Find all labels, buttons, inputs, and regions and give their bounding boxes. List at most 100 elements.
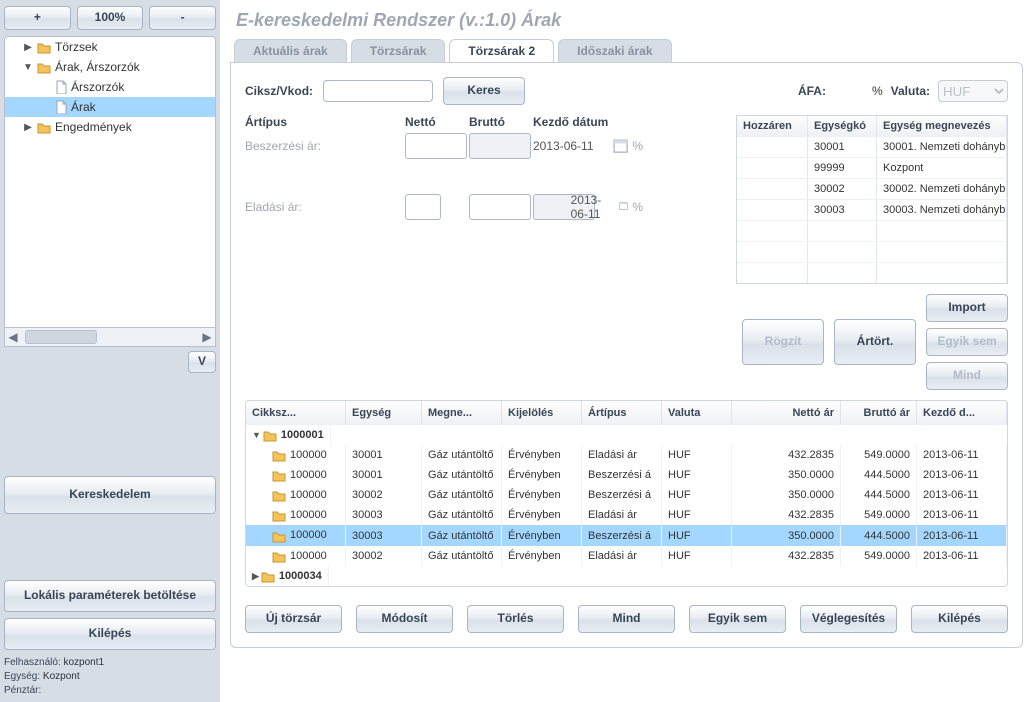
main-panel: E-kereskedelmi Rendszer (v.:1.0) Árak Ak… — [220, 0, 1031, 702]
modify-button[interactable]: Módosít — [356, 605, 453, 633]
row1-gross-input[interactable] — [469, 133, 531, 159]
tab[interactable]: Aktuális árak — [234, 39, 347, 62]
gh-cik[interactable]: Cikksz... — [246, 401, 346, 425]
load-params-button[interactable]: Lokális paraméterek betöltése — [4, 580, 216, 612]
row2-pre-input[interactable] — [405, 194, 441, 220]
gh-meg[interactable]: Megne... — [422, 401, 502, 425]
valuta-label: Valuta: — [891, 84, 930, 98]
row1-label: Beszerzési ár: — [245, 139, 405, 153]
calendar-icon[interactable] — [619, 199, 628, 215]
record-button[interactable]: Rögzít — [742, 319, 824, 365]
scroll-left-icon[interactable]: ◀ — [5, 330, 21, 344]
market-button[interactable]: Kereskedelem — [4, 476, 216, 514]
folder-icon — [37, 61, 51, 73]
v-toggle-button[interactable]: V — [188, 351, 216, 373]
chevron-down-icon[interactable] — [252, 429, 263, 441]
tab-bar: Aktuális árakTörzsárakTörzsárak 2Időszak… — [234, 39, 1023, 62]
row2-pct: % — [632, 200, 643, 214]
chevron-right-icon[interactable]: ▶ — [23, 42, 33, 53]
head-gross: Bruttó — [469, 115, 533, 129]
delete-button[interactable]: Törlés — [467, 605, 564, 633]
gh-egy[interactable]: Egység — [346, 401, 422, 425]
ut-h2: Egységkó — [808, 116, 877, 136]
status-user-key: Felhasználó: — [4, 657, 61, 668]
unit-row[interactable]: 99999Kozpont — [737, 157, 1007, 178]
head-artype: Ártípus — [245, 115, 405, 129]
grid-row[interactable]: 10000030001Gáz utántöltőÉrvénybenEladási… — [246, 445, 1007, 465]
unit-row[interactable]: 3000130001. Nemzeti dohányb — [737, 136, 1007, 157]
folder-icon — [272, 509, 286, 521]
status-user-val: kozpont1 — [63, 657, 104, 668]
zoom-in-button[interactable]: + — [4, 6, 71, 30]
ciksz-input[interactable] — [323, 80, 433, 102]
grid-row[interactable]: 10000030003Gáz utántöltőÉrvénybenBeszerz… — [246, 525, 1007, 545]
exit-button[interactable]: Kilépés — [4, 618, 216, 650]
finalize-button[interactable]: Véglegesítés — [800, 605, 897, 633]
nav-tree[interactable]: ▶ Törzsek ▼Árak, Árszorzók Árszorzók Árak ▶ En… — [4, 36, 216, 328]
document-icon — [55, 100, 67, 114]
grid-row[interactable]: 10000030001Gáz utántöltőÉrvénybenBeszerz… — [246, 465, 1007, 485]
all-button[interactable]: Mind — [926, 362, 1008, 390]
scroll-thumb[interactable] — [25, 330, 97, 344]
status-unit-key: Egység: — [4, 671, 40, 682]
folder-icon — [37, 41, 51, 53]
none-button-2[interactable]: Egyik sem — [689, 605, 786, 633]
unit-row[interactable]: 3000230002. Nemzeti dohányb — [737, 178, 1007, 199]
grid-row[interactable]: 10000030003Gáz utántöltőÉrvénybenEladási… — [246, 505, 1007, 525]
tree-item-label: Engedmények — [55, 120, 132, 134]
gh-val[interactable]: Valuta — [662, 401, 732, 425]
grid-row[interactable]: 10000030002Gáz utántöltőÉrvénybenEladási… — [246, 546, 1007, 566]
zoom-out-button[interactable]: - — [149, 6, 216, 30]
row2-net-input[interactable] — [469, 194, 531, 220]
search-button[interactable]: Keres — [443, 77, 525, 105]
tab[interactable]: Időszaki árak — [558, 39, 671, 62]
tree-item[interactable]: ▼Árak, Árszorzók — [5, 57, 215, 77]
none-button[interactable]: Egyik sem — [926, 328, 1008, 356]
gh-kij[interactable]: Kijelölés — [502, 401, 582, 425]
valuta-select[interactable]: HUF — [938, 80, 1008, 102]
chevron-right-icon[interactable] — [252, 570, 261, 582]
tree-item[interactable]: ▶ Engedmények — [5, 117, 215, 137]
chevron-down-icon[interactable]: ▼ — [23, 62, 33, 73]
tree-item[interactable]: Árszorzók — [5, 77, 215, 97]
scroll-right-icon[interactable]: ▶ — [199, 330, 215, 344]
gh-bru[interactable]: Bruttó ár — [841, 401, 917, 425]
ut-h1: Hozzáren — [737, 116, 808, 136]
row1-net-input[interactable] — [405, 133, 467, 159]
exit-button-2[interactable]: Kilépés — [911, 605, 1008, 633]
afa-label: ÁFA: — [798, 84, 826, 98]
grid-row[interactable]: 10000030002Gáz utántöltőÉrvénybenBeszerz… — [246, 485, 1007, 505]
row2-date: 2013-06-11 — [571, 193, 616, 221]
grid-group-row[interactable]: 1000034 — [246, 566, 1007, 586]
row2-label: Eladási ár: — [245, 200, 405, 214]
tab[interactable]: Törzsárak — [351, 39, 446, 62]
chevron-right-icon[interactable]: ▶ — [23, 122, 33, 133]
tree-item[interactable]: ▶ Törzsek — [5, 37, 215, 57]
calendar-icon[interactable] — [613, 138, 628, 154]
price-history-button[interactable]: Ártört. — [834, 319, 916, 365]
tree-item-label: Törzsek — [55, 40, 98, 54]
price-form: Ártípus Nettó Bruttó Kezdő dátum Beszerz… — [245, 115, 716, 221]
tree-item[interactable]: Árak — [5, 97, 215, 117]
tree-item-label: Árszorzók — [71, 80, 124, 94]
all-button-2[interactable]: Mind — [578, 605, 675, 633]
gh-net[interactable]: Nettó ár — [732, 401, 841, 425]
gh-art[interactable]: Ártípus — [582, 401, 662, 425]
zoom-level-button[interactable]: 100% — [77, 6, 144, 30]
tab[interactable]: Törzsárak 2 — [449, 39, 554, 62]
afa-pct: % — [872, 84, 883, 98]
document-icon — [55, 80, 67, 94]
price-grid[interactable]: Cikksz... Egység Megne... Kijelölés Ártí… — [245, 400, 1008, 587]
row1-date: 2013-06-11 — [533, 139, 609, 153]
grid-group-row[interactable]: 1000001 — [246, 425, 1007, 445]
unit-row[interactable]: 3000330003. Nemzeti dohányb — [737, 199, 1007, 220]
new-button[interactable]: Új törzsár — [245, 605, 342, 633]
tree-hscroll[interactable]: ◀ ▶ — [4, 328, 216, 347]
unit-table[interactable]: Hozzáren Egységkó Egység megnevezés 3000… — [736, 115, 1008, 284]
page-title: E-kereskedelmi Rendszer (v.:1.0) Árak — [236, 10, 1023, 31]
tree-item-label: Árak — [71, 100, 96, 114]
gh-dat[interactable]: Kezdő d... — [917, 401, 1007, 425]
head-net: Nettó — [405, 115, 469, 129]
folder-icon — [37, 121, 51, 133]
import-button[interactable]: Import — [926, 294, 1008, 322]
